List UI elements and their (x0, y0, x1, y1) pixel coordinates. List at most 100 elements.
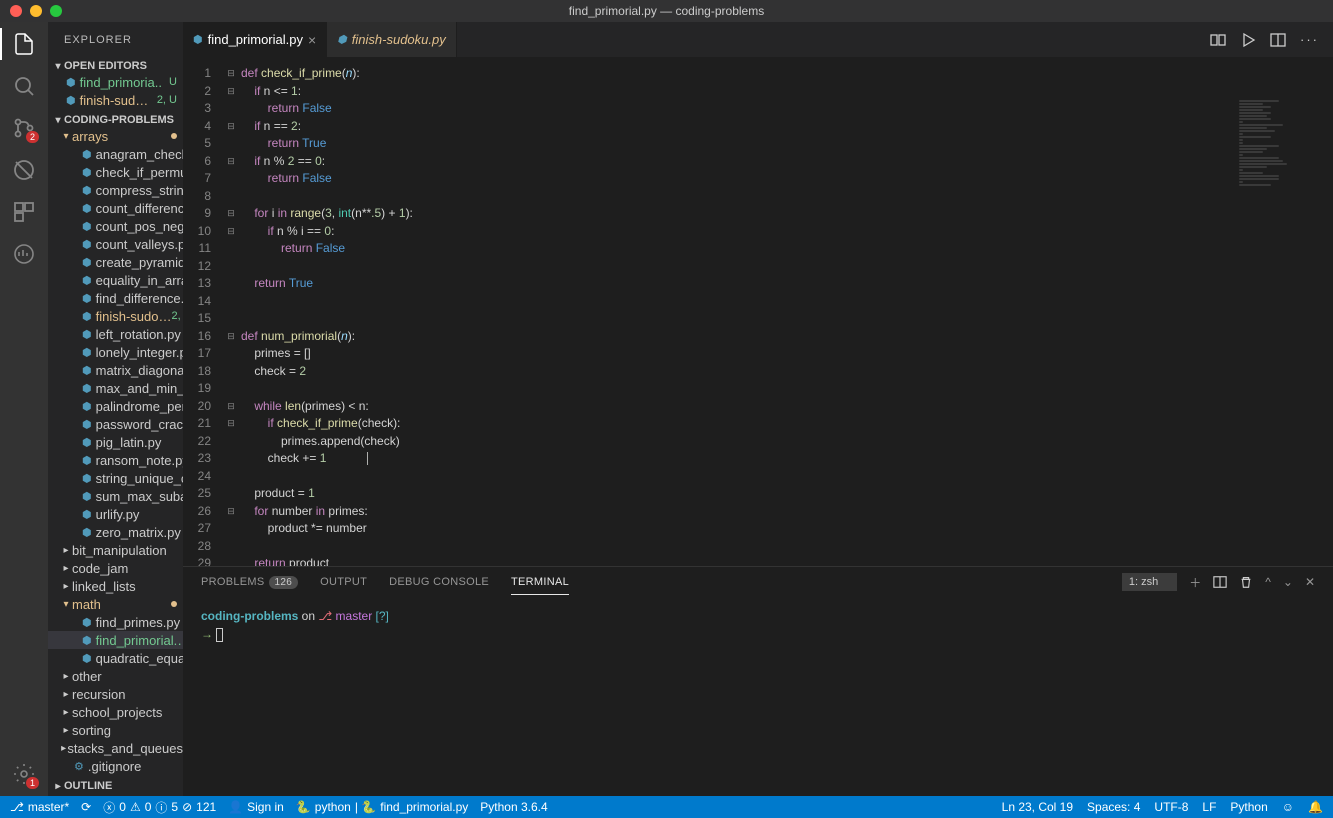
window-title: find_primorial.py — coding-problems (569, 4, 764, 18)
status-python-env[interactable]: 🐍 python | 🐍 find_primorial.py (296, 800, 468, 814)
status-sync[interactable]: ⟳ (81, 800, 91, 814)
file-item[interactable]: ⬢quadratic_equatio… (48, 649, 183, 667)
open-editor-item[interactable]: ⬢find_primoria..U (48, 73, 183, 91)
maximize-window[interactable] (50, 5, 62, 17)
folder-stacks_and_queues[interactable]: ▸stacks_and_queues (48, 739, 183, 757)
docker-icon[interactable] (12, 242, 36, 266)
status-signin[interactable]: 👤 Sign in (228, 800, 284, 814)
folder-linked_lists[interactable]: ▸linked_lists (48, 577, 183, 595)
terminal[interactable]: coding-problems on ⎇ master [?] → (183, 597, 1333, 796)
close-window[interactable] (10, 5, 22, 17)
editor-tab[interactable]: ⬢find_primorial.py× (183, 22, 327, 57)
folder-other[interactable]: ▸other (48, 667, 183, 685)
folder-arrays[interactable]: ▾arrays (48, 127, 183, 145)
outline-section[interactable]: ▸OUTLINE (48, 779, 183, 793)
status-lang[interactable]: Python (1230, 800, 1267, 814)
editor-tab[interactable]: ⬢finish-sudoku.py (327, 22, 457, 57)
file-item[interactable]: ⬢zero_matrix.py (48, 523, 183, 541)
search-icon[interactable] (12, 74, 36, 98)
kill-terminal-icon[interactable] (1239, 575, 1253, 589)
terminal-selector[interactable]: 1: zsh (1122, 573, 1177, 591)
status-eol[interactable]: LF (1202, 800, 1216, 814)
file-item[interactable]: ⬢equality_in_array.py (48, 271, 183, 289)
project-section[interactable]: ▾CODING-PROBLEMS (48, 113, 183, 127)
open-editors-section[interactable]: ▾OPEN EDITORS (48, 59, 183, 73)
titlebar: find_primorial.py — coding-problems (0, 0, 1333, 22)
open-editor-item[interactable]: ⬢finish-sud…2, U (48, 91, 183, 109)
sidebar-header: EXPLORER (48, 22, 183, 57)
split-icon[interactable] (1270, 32, 1286, 48)
bottom-panel: PROBLEMS126 OUTPUT DEBUG CONSOLE TERMINA… (183, 566, 1333, 796)
more-icon[interactable]: ··· (1300, 32, 1319, 47)
file-item[interactable]: ⬢pig_latin.py (48, 433, 183, 451)
file-item[interactable]: ⬢create_pyramid.py (48, 253, 183, 271)
minimap[interactable] (1239, 100, 1319, 300)
folder-math[interactable]: ▾math (48, 595, 183, 613)
file-item[interactable]: ⚙.gitignore (48, 757, 183, 775)
file-item[interactable]: ⬢password_cracker… (48, 415, 183, 433)
file-item[interactable]: ⬢max_and_min_sum… (48, 379, 183, 397)
terminal-cursor (216, 628, 223, 642)
close-tab-icon[interactable]: × (308, 32, 316, 48)
file-item[interactable]: ⬢left_rotation.py (48, 325, 183, 343)
file-item[interactable]: ⬢count_valleys.py (48, 235, 183, 253)
extensions-icon[interactable] (12, 200, 36, 224)
source-control-icon[interactable]: 2 (12, 116, 36, 140)
folder-recursion[interactable]: ▸recursion (48, 685, 183, 703)
status-encoding[interactable]: UTF-8 (1154, 800, 1188, 814)
status-bell-icon[interactable]: 🔔 (1308, 800, 1323, 814)
scm-badge: 2 (26, 131, 39, 143)
close-panel-icon[interactable]: ✕ (1305, 575, 1315, 589)
sidebar: EXPLORER ▾OPEN EDITORS ⬢find_primoria..U… (48, 22, 183, 796)
code-content[interactable]: def check_if_prime(n): if n <= 1: return… (237, 57, 1333, 566)
folder-bit_manipulation[interactable]: ▸bit_manipulation (48, 541, 183, 559)
editor-area: ⬢find_primorial.py×⬢finish-sudoku.py ···… (183, 22, 1333, 796)
file-item[interactable]: ⬢lonely_integer.py (48, 343, 183, 361)
status-branch[interactable]: ⎇ master* (10, 800, 69, 814)
panel-tab-terminal[interactable]: TERMINAL (511, 570, 569, 595)
explorer-icon[interactable] (12, 32, 36, 56)
minimize-window[interactable] (30, 5, 42, 17)
file-item[interactable]: ⬢anagram_check.py (48, 145, 183, 163)
settings-gear-icon[interactable]: 1 (12, 762, 36, 786)
file-item[interactable]: ⬢palindrome_permu… (48, 397, 183, 415)
panel-tab-debug[interactable]: DEBUG CONSOLE (389, 570, 489, 594)
maximize-panel-icon[interactable]: ^ (1265, 575, 1271, 589)
file-item[interactable]: ⬢string_unique_cha… (48, 469, 183, 487)
folder-sorting[interactable]: ▸sorting (48, 721, 183, 739)
file-item[interactable]: ⬢matrix_diagonal_di… (48, 361, 183, 379)
debug-icon[interactable] (12, 158, 36, 182)
status-feedback-icon[interactable]: ☺ (1282, 800, 1294, 814)
panel-tab-output[interactable]: OUTPUT (320, 570, 367, 594)
file-item[interactable]: ⬢ransom_note.py (48, 451, 183, 469)
folder-code_jam[interactable]: ▸code_jam (48, 559, 183, 577)
status-spaces[interactable]: Spaces: 4 (1087, 800, 1140, 814)
run-icon[interactable] (1240, 32, 1256, 48)
file-item[interactable]: ⬢sum_max_subarra… (48, 487, 183, 505)
file-item[interactable]: ⬢count_pos_neg_ze… (48, 217, 183, 235)
new-terminal-icon[interactable]: ＋ (1189, 574, 1201, 591)
file-item[interactable]: ⬢urlify.py (48, 505, 183, 523)
status-lncol[interactable]: Ln 23, Col 19 (1002, 800, 1073, 814)
editor-tabs: ⬢find_primorial.py×⬢finish-sudoku.py ··· (183, 22, 1333, 57)
file-item[interactable]: ⬢find_primorial.…U (48, 631, 183, 649)
file-item[interactable]: ⬢find_difference.py (48, 289, 183, 307)
file-item[interactable]: ⬢find_primes.py (48, 613, 183, 631)
line-numbers: 1234567891011121314151617181920212223242… (183, 57, 225, 566)
status-python-version[interactable]: Python 3.6.4 (480, 800, 547, 814)
panel-tab-problems[interactable]: PROBLEMS126 (201, 570, 298, 594)
panel-down-icon[interactable]: ⌄ (1283, 575, 1293, 589)
activity-bar: 2 1 (0, 22, 48, 796)
panel-tabs: PROBLEMS126 OUTPUT DEBUG CONSOLE TERMINA… (183, 567, 1333, 597)
fold-gutter: ⊟⊟⊟⊟⊟⊟⊟⊟⊟⊟ (225, 57, 237, 566)
code-editor[interactable]: 1234567891011121314151617181920212223242… (183, 57, 1333, 566)
split-terminal-icon[interactable] (1213, 575, 1227, 589)
folder-school_projects[interactable]: ▸school_projects (48, 703, 183, 721)
file-item[interactable]: ⬢finish-sudo…2, U (48, 307, 183, 325)
file-item[interactable]: ⬢compress_string.py (48, 181, 183, 199)
file-item[interactable]: ⬢count_differences… (48, 199, 183, 217)
file-item[interactable]: ⬢check_if_permutat… (48, 163, 183, 181)
status-problems[interactable]: ⓧ 0 ⚠ 0 ⓘ 5 ⊘ 121 (103, 799, 216, 816)
traffic-lights (0, 5, 62, 17)
compare-icon[interactable] (1210, 32, 1226, 48)
